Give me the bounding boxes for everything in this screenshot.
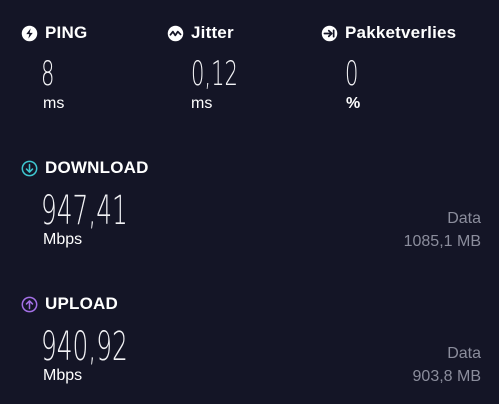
- ping-header: PING: [21, 23, 87, 43]
- ping-icon: [21, 25, 38, 42]
- jitter-unit: ms: [191, 95, 213, 112]
- ping-value: 8: [41, 54, 55, 94]
- packet-loss-unit: %: [346, 95, 361, 112]
- upload-data-value: 903,8 MB: [412, 368, 481, 385]
- download-unit: Mbps: [43, 231, 83, 248]
- jitter-label: Jitter: [191, 23, 234, 42]
- download-metric: DOWNLOAD 947,41 Mbps: [21, 158, 149, 248]
- ping-label: PING: [45, 23, 88, 42]
- jitter-metric: Jitter 0,12 ms: [167, 23, 238, 112]
- jitter-header: Jitter: [167, 23, 234, 43]
- download-value: 947,41: [41, 188, 128, 234]
- ping-metric: PING 8 ms: [21, 23, 87, 112]
- upload-arrow-icon: [21, 296, 38, 313]
- upload-metric: UPLOAD 940,92 Mbps: [21, 294, 128, 384]
- download-data-label: Data: [447, 210, 481, 227]
- download-arrow-icon: [21, 160, 38, 177]
- upload-data: Data 903,8 MB: [413, 342, 481, 388]
- packet-loss-header: Pakketverlies: [321, 23, 456, 43]
- jitter-value: 0,12: [191, 54, 238, 94]
- ping-unit: ms: [43, 95, 65, 112]
- packet-loss-value: 0: [345, 54, 359, 94]
- packet-loss-icon: [321, 25, 338, 42]
- packet-loss-metric: Pakketverlies 0 %: [321, 23, 456, 112]
- download-header: DOWNLOAD: [21, 158, 149, 178]
- upload-unit: Mbps: [43, 367, 83, 384]
- upload-header: UPLOAD: [21, 294, 118, 314]
- download-label: DOWNLOAD: [45, 158, 149, 177]
- upload-data-label: Data: [447, 345, 481, 362]
- upload-label: UPLOAD: [45, 294, 118, 313]
- jitter-icon: [167, 25, 184, 42]
- packet-loss-label: Pakketverlies: [345, 23, 457, 42]
- upload-value: 940,92: [41, 324, 128, 370]
- download-data-value: 1085,1 MB: [403, 233, 481, 250]
- download-data: Data 1085,1 MB: [404, 207, 481, 253]
